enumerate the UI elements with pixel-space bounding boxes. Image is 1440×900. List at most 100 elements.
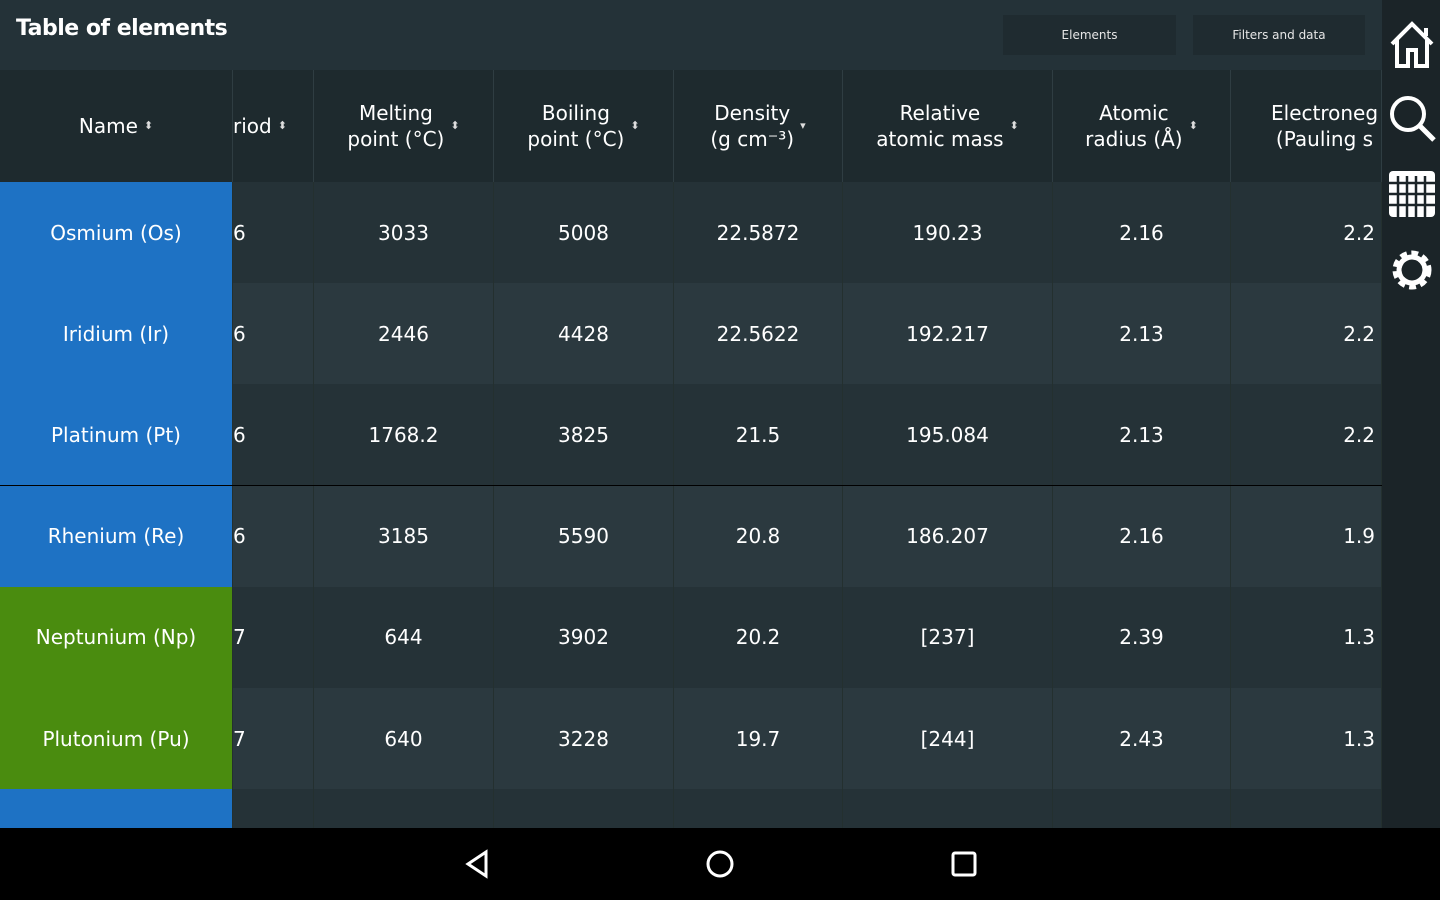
- cell-text: 2.16: [1119, 220, 1164, 245]
- cell-density: 21.5: [674, 384, 843, 486]
- element-name-cell[interactable]: Neptunium (Np): [0, 586, 233, 688]
- column-header-relative-atomic-mass[interactable]: Relative atomic mass ⬍: [843, 70, 1053, 182]
- cell-boiling-point: 3902: [494, 586, 674, 688]
- gear-icon[interactable]: [1386, 244, 1438, 296]
- cell-text: 1.3: [1343, 726, 1375, 751]
- column-header-label: Boiling point (°C): [527, 101, 625, 151]
- column-header-label: Atomic radius (Å): [1085, 101, 1183, 151]
- element-name-cell[interactable]: [0, 789, 233, 828]
- cell-period: 6: [233, 384, 314, 486]
- home-circle-icon[interactable]: [704, 848, 736, 880]
- column-header-period[interactable]: riod ⬍: [233, 70, 314, 182]
- cell-relative-atomic-mass: 186.207: [843, 485, 1053, 587]
- column-header-density[interactable]: Density (g cm⁻³) ▾: [674, 70, 843, 182]
- cell-text: 192.217: [906, 321, 989, 346]
- cell-period: 7: [233, 688, 314, 789]
- cell-boiling-point: 5008: [494, 182, 674, 283]
- cell-period: [233, 789, 314, 828]
- cell-text: 640: [384, 726, 423, 751]
- cell-text: Neptunium (Np): [35, 625, 197, 650]
- element-name-cell[interactable]: Rhenium (Re): [0, 485, 233, 587]
- cell-relative-atomic-mass: [244]: [843, 688, 1053, 789]
- cell-density: 20.8: [674, 485, 843, 587]
- cell-text: 22.5622: [716, 321, 800, 346]
- elements-button[interactable]: Elements: [1003, 15, 1176, 55]
- cell-text: 186.207: [906, 524, 989, 549]
- cell-atomic-radius: 2.16: [1053, 485, 1231, 587]
- element-name-cell[interactable]: Osmium (Os): [0, 182, 233, 283]
- column-header-boiling-point[interactable]: Boiling point (°C) ⬍: [494, 70, 674, 182]
- sort-icon: ⬍: [1009, 119, 1019, 132]
- cell-period: 6: [233, 182, 314, 283]
- cell-electronegativity: 1.3: [1231, 688, 1382, 789]
- cell-electronegativity: 1.9: [1231, 485, 1382, 587]
- column-header-name[interactable]: Name ⬍: [0, 70, 233, 182]
- cell-text: Iridium (Ir): [62, 321, 170, 346]
- cell-period: 6: [233, 485, 314, 587]
- cell-text: 3033: [378, 220, 429, 245]
- cell-electronegativity: 1.3: [1231, 586, 1382, 688]
- back-icon[interactable]: [462, 848, 494, 880]
- cell-boiling-point: 4428: [494, 283, 674, 385]
- column-header-label: riod: [233, 114, 272, 138]
- cell-atomic-radius: 2.13: [1053, 283, 1231, 385]
- app-bar: Table of elements Elements Filters and d…: [0, 0, 1382, 70]
- column-header-label: Density (g cm⁻³): [710, 101, 795, 151]
- cell-text: 21.5: [735, 422, 781, 447]
- cell-text: 3185: [378, 524, 429, 549]
- cell-period: 6: [233, 283, 314, 385]
- cell-electronegativity: 2.2: [1231, 283, 1382, 385]
- android-nav-bar: [0, 828, 1440, 900]
- cell-text: Plutonium (Pu): [42, 726, 190, 751]
- cell-text: 195.084: [906, 422, 989, 447]
- cell-melting-point: 1768.2: [314, 384, 494, 486]
- sort-icon: ⬍: [143, 119, 154, 132]
- cell-relative-atomic-mass: 192.217: [843, 283, 1053, 385]
- cell-text: Osmium (Os): [50, 220, 182, 245]
- cell-text: Rhenium (Re): [47, 524, 185, 549]
- cell-melting-point: 644: [314, 586, 494, 688]
- cell-text: 1768.2: [368, 422, 439, 447]
- grid-icon[interactable]: [1386, 168, 1438, 220]
- cell-text: 5008: [558, 220, 609, 245]
- column-header-atomic-radius[interactable]: Atomic radius (Å) ⬍: [1053, 70, 1231, 182]
- cell-text: 190.23: [912, 220, 983, 245]
- cell-boiling-point: 3825: [494, 384, 674, 486]
- cell-period: 7: [233, 586, 314, 688]
- sort-icon: ⬍: [630, 119, 640, 132]
- cell-text: 2.13: [1119, 422, 1164, 447]
- recents-icon[interactable]: [948, 848, 980, 880]
- side-rail: [1382, 0, 1440, 828]
- cell-text: 4428: [558, 321, 609, 346]
- cell-text: 2.2: [1343, 220, 1375, 245]
- cell-electronegativity: 2.2: [1231, 384, 1382, 486]
- element-name-cell[interactable]: Platinum (Pt): [0, 384, 233, 486]
- cell-melting-point: 640: [314, 688, 494, 789]
- element-name-cell[interactable]: Iridium (Ir): [0, 283, 233, 385]
- cell-relative-atomic-mass: [843, 789, 1053, 828]
- cell-text: 644: [384, 625, 423, 650]
- filters-and-data-button[interactable]: Filters and data: [1193, 15, 1365, 55]
- cell-text: 1.9: [1343, 524, 1375, 549]
- cell-text: 1.3: [1343, 625, 1375, 650]
- cell-melting-point: 2446: [314, 283, 494, 385]
- cell-melting-point: 3033: [314, 182, 494, 283]
- home-icon[interactable]: [1386, 18, 1438, 70]
- cell-electronegativity: 2.2: [1231, 182, 1382, 283]
- cell-text: 2.39: [1119, 625, 1164, 650]
- cell-text: 7: [233, 625, 246, 650]
- column-header-electronegativity[interactable]: Electroneg (Pauling s: [1231, 70, 1382, 182]
- cell-text: 2.16: [1119, 524, 1164, 549]
- cell-text: 6: [233, 321, 246, 346]
- cell-text: 19.7: [735, 726, 781, 751]
- cell-text: 2.2: [1343, 422, 1375, 447]
- cell-text: 6: [233, 220, 246, 245]
- element-name-cell[interactable]: Plutonium (Pu): [0, 688, 233, 789]
- cell-melting-point: [314, 789, 494, 828]
- column-header-melting-point[interactable]: Melting point (°C) ⬍: [314, 70, 494, 182]
- cell-text: 3228: [558, 726, 609, 751]
- cell-density: 22.5622: [674, 283, 843, 385]
- search-icon[interactable]: [1386, 92, 1438, 144]
- cell-text: 6: [233, 422, 246, 447]
- cell-text: 2446: [378, 321, 429, 346]
